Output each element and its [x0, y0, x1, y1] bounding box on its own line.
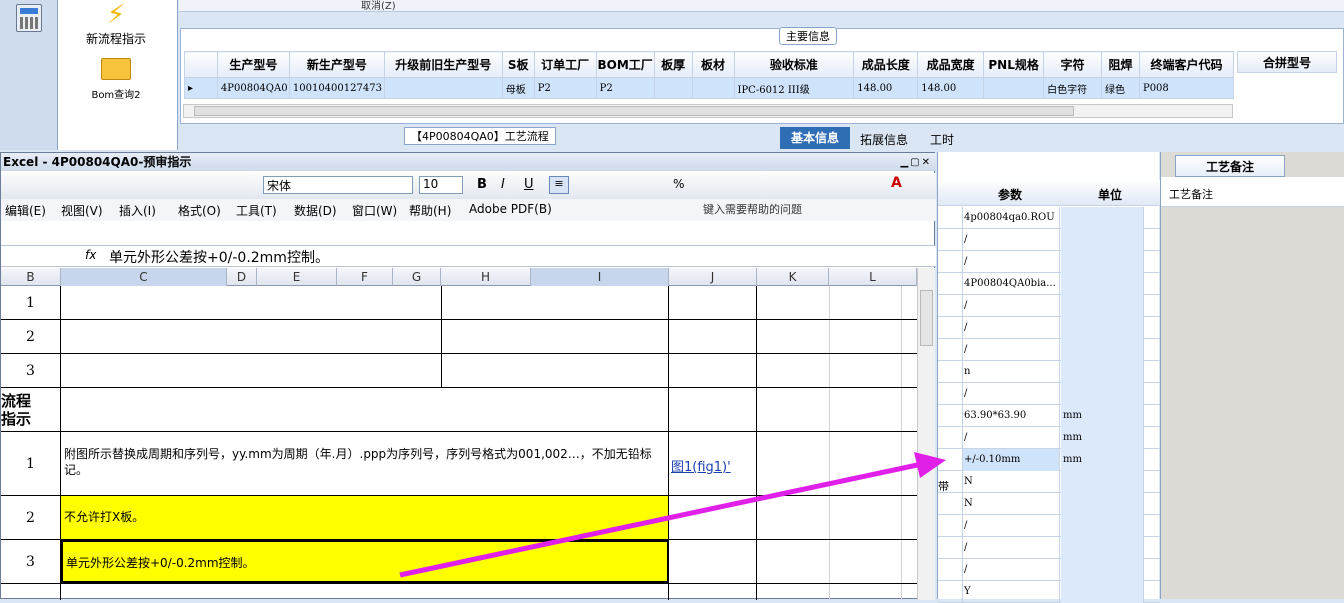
annotation-arrow: [399, 452, 946, 578]
